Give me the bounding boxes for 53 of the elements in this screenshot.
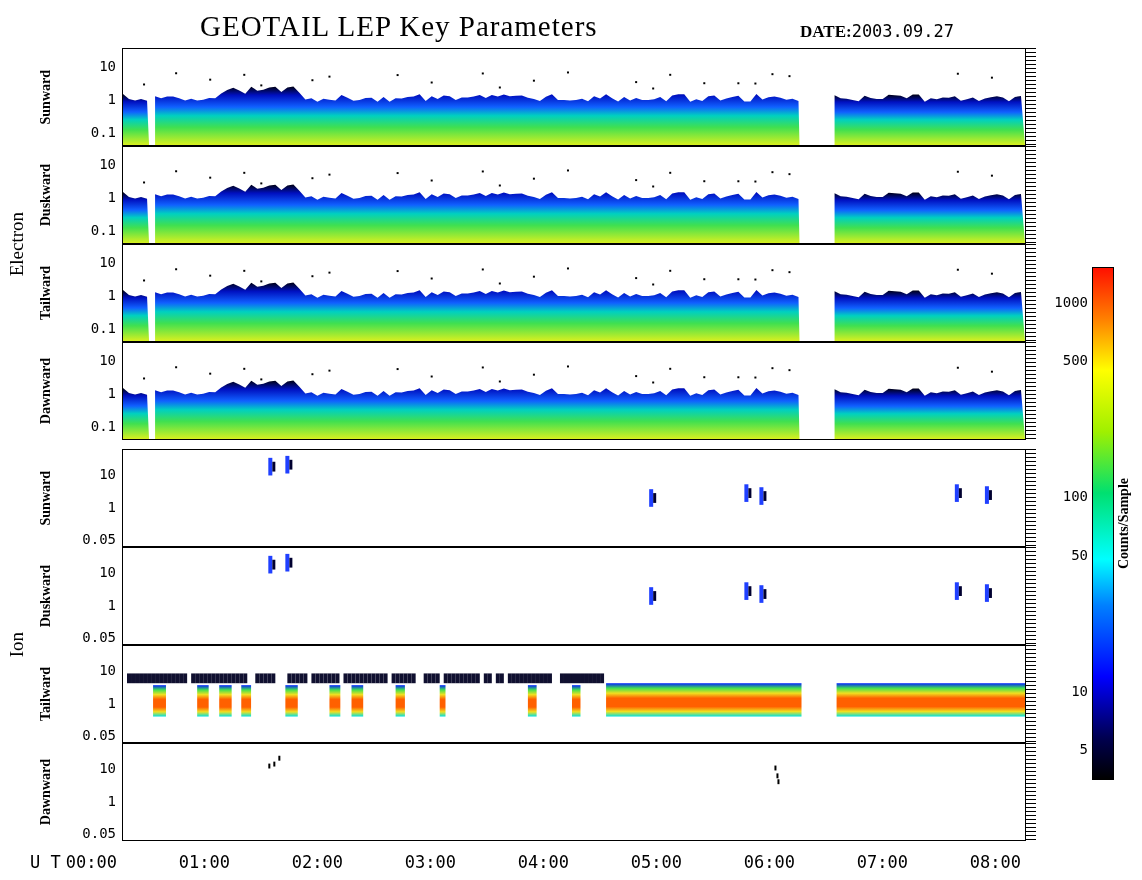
y-tick-label: 10: [99, 564, 116, 580]
chart-title: GEOTAIL LEP Key Parameters: [200, 10, 598, 43]
direction-label: Sunward: [38, 470, 54, 526]
date-text: DATE:2003.09.27: [800, 21, 954, 42]
y-tick-label: 0.1: [90, 124, 116, 140]
x-tick-label: 04:00: [517, 852, 570, 872]
y-tick-label: 1: [107, 189, 116, 205]
direction-label: Tailward: [38, 266, 54, 320]
direction-label: Sunward: [38, 69, 54, 125]
colorbar-tick-label: 50: [1071, 546, 1088, 563]
y-tick-label: 0.05: [82, 629, 116, 645]
y-tick-label: 0.1: [90, 222, 116, 238]
y-tick-label: 0.1: [90, 320, 116, 336]
y-tick-label: 10: [99, 662, 116, 678]
colorbar-tick-label: 100: [1062, 488, 1088, 505]
y-tick-label: 0.05: [82, 825, 116, 841]
colorbar-tick-label: 500: [1062, 352, 1088, 369]
x-tick-label: 07:00: [856, 852, 909, 872]
direction-label: Tailward: [38, 667, 54, 721]
y-tick-label: 1: [107, 385, 116, 401]
colorbar-tick-label: 1000: [1054, 293, 1088, 310]
x-tick-label: 03:00: [404, 852, 457, 872]
x-tick-label: 02:00: [291, 852, 344, 872]
y-tick-label: 1: [107, 287, 116, 303]
colorbar-tick-label: 10: [1071, 682, 1088, 699]
y-tick-label: 1: [107, 498, 116, 515]
x-tick-label: 00:00: [65, 852, 118, 872]
x-tick-label: 05:00: [630, 852, 683, 872]
direction-label: Dawnward: [38, 357, 54, 425]
y-tick-label: 10: [99, 760, 116, 776]
y-tick-label: 10: [99, 156, 116, 172]
y-tick-label: 1: [107, 792, 116, 809]
y-tick-label: 0.05: [82, 727, 116, 743]
y-tick-label: 1: [107, 91, 116, 107]
group-label: Electron: [6, 211, 28, 277]
colorbar-title: Counts/Sample: [1116, 478, 1132, 569]
direction-label: Duskward: [38, 564, 54, 628]
y-tick-label: 1: [107, 596, 116, 613]
y-tick-label: 1: [107, 694, 116, 711]
group-label: Ion: [6, 632, 28, 658]
y-tick-label: 10: [99, 466, 116, 482]
x-tick-label: 06:00: [743, 852, 796, 872]
colorbar-tick-label: 5: [1079, 741, 1088, 758]
y-tick-label: 10: [99, 254, 116, 270]
axis-label: U T: [29, 852, 61, 872]
direction-label: Duskward: [38, 163, 54, 227]
x-tick-label: 08:00: [969, 852, 1022, 872]
y-tick-label: 10: [99, 352, 116, 368]
y-tick-label: 10: [99, 58, 116, 74]
y-tick-label: 0.05: [82, 531, 116, 547]
x-tick-label: 01:00: [178, 852, 231, 872]
y-tick-label: 0.1: [90, 418, 116, 434]
direction-label: Dawnward: [38, 758, 54, 826]
